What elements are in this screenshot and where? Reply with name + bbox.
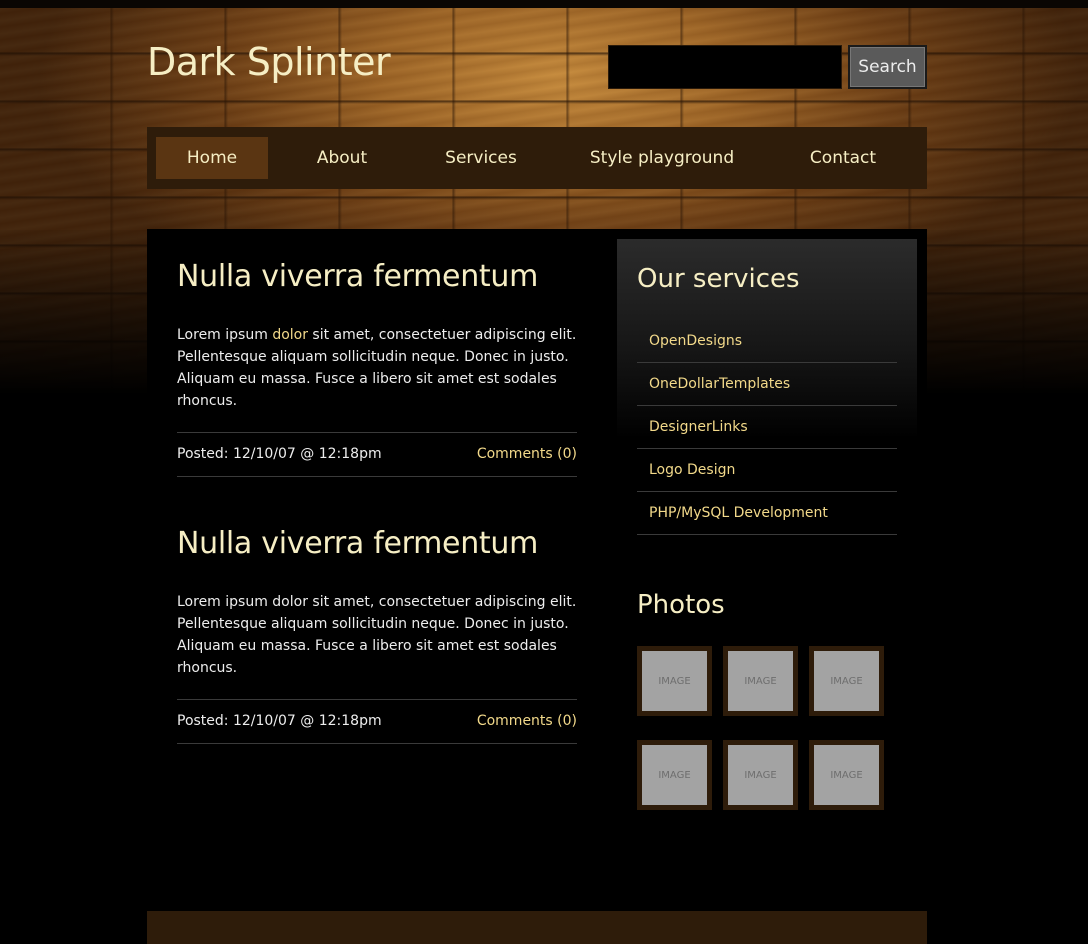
photo-thumbnail[interactable]: IMAGE	[723, 740, 798, 810]
photo-placeholder: IMAGE	[728, 745, 793, 805]
photo-placeholder: IMAGE	[728, 651, 793, 711]
sidebar: Our services OpenDesigns OneDollarTempla…	[617, 239, 917, 839]
page: Dark Splinter Search Home About Services…	[0, 0, 1088, 944]
service-link-opendesigns[interactable]: OpenDesigns	[637, 320, 897, 363]
main-nav: Home About Services Style playground Con…	[147, 127, 927, 189]
photo-placeholder: IMAGE	[814, 745, 879, 805]
photo-thumbnail[interactable]: IMAGE	[723, 646, 798, 716]
site-title[interactable]: Dark Splinter	[147, 40, 391, 84]
post-title[interactable]: Nulla viverra fermentum	[177, 259, 577, 294]
nav-item-contact[interactable]: Contact	[798, 137, 888, 179]
comments-link[interactable]: Comments (0)	[477, 433, 577, 476]
service-link-logo-design[interactable]: Logo Design	[637, 449, 897, 492]
photo-thumbnail[interactable]: IMAGE	[809, 646, 884, 716]
photo-thumbnail[interactable]: IMAGE	[637, 740, 712, 810]
content-area: Nulla viverra fermentum Lorem ipsum dolo…	[147, 229, 927, 944]
post-date: Posted: 12/10/07 @ 12:18pm	[177, 713, 382, 729]
service-link-onedollartemplates[interactable]: OneDollarTemplates	[637, 363, 897, 406]
nav-item-home[interactable]: Home	[156, 137, 268, 179]
post-meta: Posted: 12/10/07 @ 12:18pm Comments (0)	[177, 699, 577, 744]
post-meta: Posted: 12/10/07 @ 12:18pm Comments (0)	[177, 432, 577, 477]
nav-item-about[interactable]: About	[297, 137, 387, 179]
search-button[interactable]: Search	[848, 45, 927, 89]
services-heading: Our services	[637, 264, 800, 294]
post-title[interactable]: Nulla viverra fermentum	[177, 526, 577, 561]
photo-placeholder: IMAGE	[642, 745, 707, 805]
comments-link[interactable]: Comments (0)	[477, 700, 577, 743]
nav-item-style-playground[interactable]: Style playground	[587, 137, 737, 179]
photo-placeholder: IMAGE	[814, 651, 879, 711]
post-body: Lorem ipsum dolor sit amet, consectetuer…	[177, 324, 577, 412]
blog-post: Nulla viverra fermentum Lorem ipsum dolo…	[177, 259, 577, 477]
photo-thumbnail[interactable]: IMAGE	[637, 646, 712, 716]
services-list: OpenDesigns OneDollarTemplates DesignerL…	[637, 320, 897, 535]
photo-placeholder: IMAGE	[642, 651, 707, 711]
post-body-text: Lorem ipsum	[177, 327, 273, 343]
nav-item-services[interactable]: Services	[431, 137, 531, 179]
post-body: Lorem ipsum dolor sit amet, consectetuer…	[177, 591, 577, 679]
search-input[interactable]	[608, 45, 842, 89]
service-link-php-mysql[interactable]: PHP/MySQL Development	[637, 492, 897, 535]
photo-thumbnail[interactable]: IMAGE	[809, 740, 884, 810]
photos-heading: Photos	[637, 590, 725, 620]
post-body-link[interactable]: dolor	[272, 327, 308, 343]
post-body-text: Lorem ipsum dolor sit amet, consectetuer…	[177, 594, 577, 676]
post-date: Posted: 12/10/07 @ 12:18pm	[177, 446, 382, 462]
footer	[147, 911, 927, 944]
blog-post: Nulla viverra fermentum Lorem ipsum dolo…	[177, 526, 577, 744]
service-link-designerlinks[interactable]: DesignerLinks	[637, 406, 897, 449]
top-bar	[0, 0, 1088, 8]
